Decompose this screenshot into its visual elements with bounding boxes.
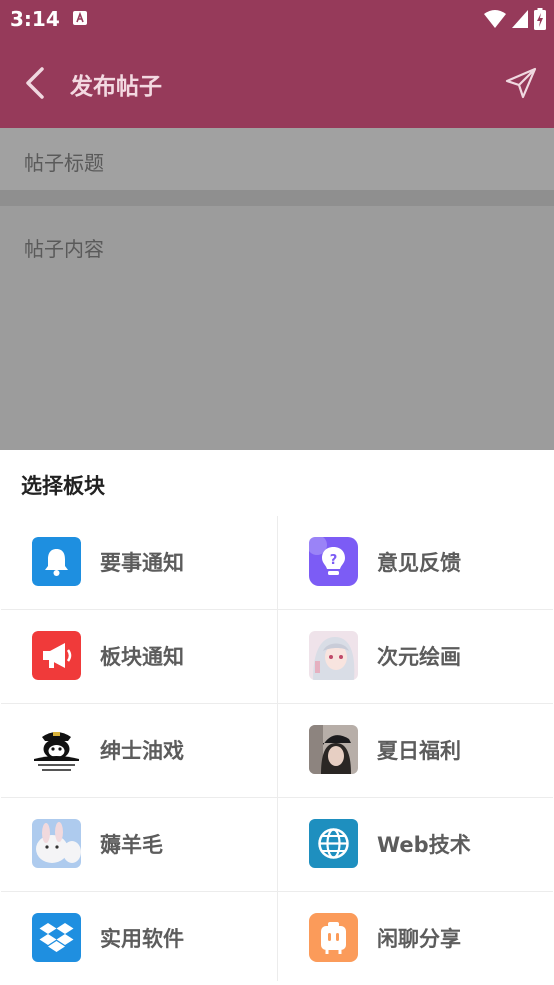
send-button[interactable] (500, 62, 542, 104)
section-label: 次元绘画 (377, 645, 461, 669)
anime-girl-avatar (309, 631, 358, 680)
meme-avatar (32, 725, 81, 774)
section-item-anime-painting[interactable]: 次元绘画 (278, 610, 554, 703)
section-label: 要事通知 (100, 551, 184, 575)
status-indicators (484, 7, 546, 31)
back-arrow-icon (26, 67, 44, 99)
chat-box-icon (309, 913, 358, 962)
svg-text:?: ? (330, 553, 338, 568)
status-time: 3:14 (10, 7, 60, 31)
section-item-summer-welfare[interactable]: 夏日福利 (278, 704, 554, 797)
section-label: Web技术 (377, 833, 471, 857)
section-label: 实用软件 (100, 927, 184, 951)
section-label: 夏日福利 (377, 739, 461, 763)
sheet-title: 选择板块 (21, 474, 105, 498)
wifi-icon (484, 10, 506, 28)
girl-photo-avatar (309, 725, 358, 774)
signal-icon (512, 10, 528, 28)
app-notification-icon (73, 11, 87, 25)
section-label: 闲聊分享 (377, 927, 461, 951)
page-title: 发布帖子 (70, 74, 162, 100)
status-bar: 3:14 (0, 0, 554, 38)
send-icon (505, 67, 537, 99)
section-item-freebies[interactable]: 薅羊毛 (1, 798, 277, 891)
post-title-placeholder: 帖子标题 (24, 151, 104, 175)
section-picker-sheet: 选择板块 要事通知 ? 意见反馈 板块通知 次元绘画 绅士油戏 夏日福利 薅羊毛… (0, 450, 554, 985)
section-item-useful-software[interactable]: 实用软件 (1, 892, 277, 985)
post-content-input[interactable]: 帖子内容 (0, 206, 554, 450)
form-divider (0, 190, 554, 206)
section-item-chat-share[interactable]: 闲聊分享 (278, 892, 554, 985)
app-bar: 发布帖子 (0, 38, 554, 128)
dropbox-icon (32, 913, 81, 962)
post-content-placeholder: 帖子内容 (24, 237, 104, 261)
post-title-input[interactable]: 帖子标题 (0, 128, 554, 190)
section-item-feedback[interactable]: ? 意见反馈 (278, 516, 554, 609)
section-label: 薅羊毛 (100, 833, 163, 857)
section-label: 意见反馈 (377, 551, 461, 575)
section-item-board-notice[interactable]: 板块通知 (1, 610, 277, 703)
back-button[interactable] (14, 62, 56, 104)
globe-icon (309, 819, 358, 868)
lightbulb-question-icon: ? (309, 537, 358, 586)
battery-icon (534, 8, 546, 30)
section-label: 绅士油戏 (100, 739, 184, 763)
bell-icon (32, 537, 81, 586)
section-item-gentleman-games[interactable]: 绅士油戏 (1, 704, 277, 797)
sheep-avatar (32, 819, 81, 868)
megaphone-icon (32, 631, 81, 680)
section-item-important-notice[interactable]: 要事通知 (1, 516, 277, 609)
section-grid: 要事通知 ? 意见反馈 板块通知 次元绘画 绅士油戏 夏日福利 薅羊毛 Web技… (1, 516, 554, 985)
section-label: 板块通知 (100, 645, 184, 669)
section-item-web-tech[interactable]: Web技术 (278, 798, 554, 891)
post-form: 帖子标题 帖子内容 (0, 128, 554, 450)
